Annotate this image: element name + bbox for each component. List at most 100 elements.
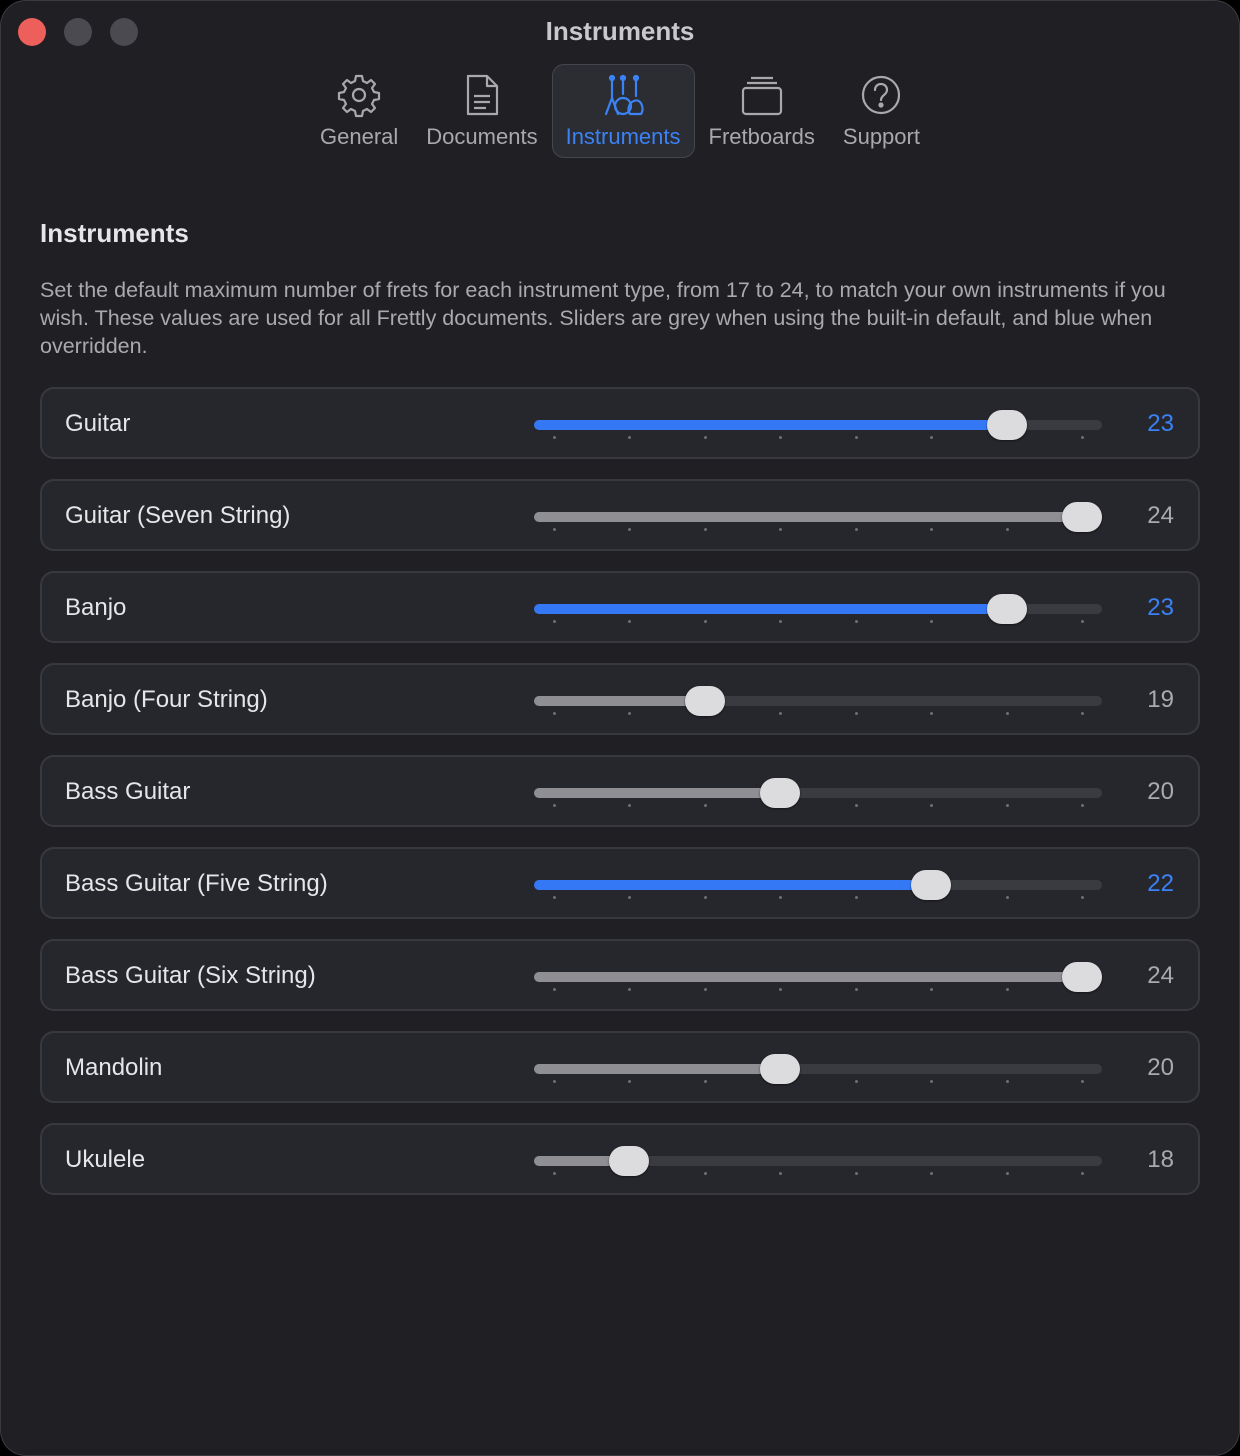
slider-tick xyxy=(1081,436,1084,439)
slider-knob[interactable] xyxy=(760,778,801,808)
slider-tick xyxy=(1081,620,1084,623)
stack-icon xyxy=(741,76,782,116)
instrument-name: Bass Guitar (Five String) xyxy=(65,870,328,897)
fret-slider[interactable] xyxy=(532,1146,1102,1187)
slider-tick xyxy=(553,1080,556,1083)
slider-knob[interactable] xyxy=(760,1054,801,1084)
preferences-window: Instruments General Documents Instrument… xyxy=(0,0,1240,1456)
slider-tick xyxy=(703,1080,707,1083)
tab-fretboards-label: Fretboards xyxy=(708,124,815,149)
instrument-row: Banjo 23 xyxy=(40,571,1200,643)
fret-slider[interactable] xyxy=(532,594,1102,635)
fret-count-value: 24 xyxy=(1147,962,1174,989)
slider-tick xyxy=(628,896,632,899)
document-icon xyxy=(466,74,499,116)
slider-tick xyxy=(553,896,556,899)
slider-fill xyxy=(534,788,781,798)
tab-documents-label: Documents xyxy=(426,124,538,149)
slider-tick xyxy=(628,620,632,623)
tab-general[interactable]: General xyxy=(306,64,412,158)
slider-knob[interactable] xyxy=(1062,962,1102,992)
slider-tick xyxy=(930,436,934,439)
instrument-row: Mandolin 20 xyxy=(40,1031,1200,1103)
slider-knob[interactable] xyxy=(609,1146,650,1176)
slider-tick xyxy=(553,528,556,531)
fret-slider[interactable] xyxy=(532,502,1102,543)
gear-icon xyxy=(338,74,381,118)
slider-tick xyxy=(1081,1080,1084,1083)
slider-tick xyxy=(1081,1172,1084,1175)
fret-slider[interactable] xyxy=(532,870,1102,911)
slider-tick xyxy=(703,896,707,899)
slider-tick xyxy=(930,620,934,623)
slider-knob[interactable] xyxy=(911,870,952,900)
slider-tick xyxy=(703,528,707,531)
slider-tick xyxy=(1005,712,1009,715)
instrument-name: Banjo (Four String) xyxy=(65,686,268,713)
slider-knob[interactable] xyxy=(986,594,1027,624)
slider-tick xyxy=(930,988,934,991)
slider-tick xyxy=(1081,896,1084,899)
slider-knob[interactable] xyxy=(684,686,725,716)
slider-tick xyxy=(854,712,858,715)
instrument-row: Guitar (Seven String) 24 xyxy=(40,479,1200,551)
fret-slider[interactable] xyxy=(532,778,1102,819)
slider-tick xyxy=(1005,896,1009,899)
fret-slider[interactable] xyxy=(532,410,1102,451)
slider-tick xyxy=(1005,1080,1009,1083)
slider-tick xyxy=(854,528,858,531)
slider-tick xyxy=(628,1080,632,1083)
fret-count-value: 18 xyxy=(1147,1146,1174,1173)
fret-slider[interactable] xyxy=(532,1054,1102,1095)
slider-tick xyxy=(628,528,632,531)
tab-support-label: Support xyxy=(842,124,920,149)
slider-tick xyxy=(854,804,858,807)
instruments-icon xyxy=(604,74,644,116)
question-circle-icon xyxy=(862,75,901,115)
instrument-name: Ukulele xyxy=(65,1146,146,1173)
slider-knob[interactable] xyxy=(1062,502,1102,532)
slider-tick xyxy=(553,436,556,439)
slider-tick xyxy=(930,528,934,531)
slider-tick xyxy=(930,804,934,807)
tab-instruments[interactable]: Instruments xyxy=(551,64,695,158)
tab-documents[interactable]: Documents xyxy=(412,64,551,158)
slider-tick xyxy=(779,1172,783,1175)
fret-slider[interactable] xyxy=(532,962,1102,1003)
slider-tick xyxy=(1081,712,1084,715)
slider-tick xyxy=(553,804,556,807)
slider-tick xyxy=(628,712,632,715)
fret-slider[interactable] xyxy=(532,686,1102,727)
slider-fill xyxy=(534,972,1082,982)
tab-fretboards[interactable]: Fretboards xyxy=(695,64,829,158)
slider-tick xyxy=(854,436,858,439)
instrument-row: Guitar 23 xyxy=(40,387,1200,459)
slider-fill xyxy=(534,880,932,890)
slider-tick xyxy=(779,620,783,623)
slider-fill xyxy=(534,512,1082,522)
window-title: Instruments xyxy=(545,16,695,46)
slider-tick xyxy=(703,1172,707,1175)
slider-tick xyxy=(628,436,632,439)
section-description: Set the default maximum number of frets … xyxy=(40,278,1166,358)
slider-tick xyxy=(854,1080,858,1083)
slider-tick xyxy=(779,988,783,991)
fret-count-value: 19 xyxy=(1147,686,1174,713)
tab-instruments-label: Instruments xyxy=(565,124,681,149)
instrument-name: Guitar xyxy=(65,410,131,437)
slider-knob[interactable] xyxy=(986,410,1027,440)
instrument-row: Ukulele 18 xyxy=(40,1123,1200,1195)
fret-count-value: 24 xyxy=(1147,502,1174,529)
slider-tick xyxy=(779,436,783,439)
instrument-name: Guitar (Seven String) xyxy=(65,502,291,529)
slider-tick xyxy=(553,620,556,623)
tab-support[interactable]: Support xyxy=(829,64,934,158)
slider-fill xyxy=(534,1064,781,1074)
instrument-name: Bass Guitar xyxy=(65,778,191,805)
slider-tick xyxy=(854,620,858,623)
instrument-row: Bass Guitar (Five String) 22 xyxy=(40,847,1200,919)
slider-tick xyxy=(553,1172,556,1175)
slider-tick xyxy=(1005,528,1009,531)
slider-tick xyxy=(1005,988,1009,991)
slider-tick xyxy=(703,988,707,991)
